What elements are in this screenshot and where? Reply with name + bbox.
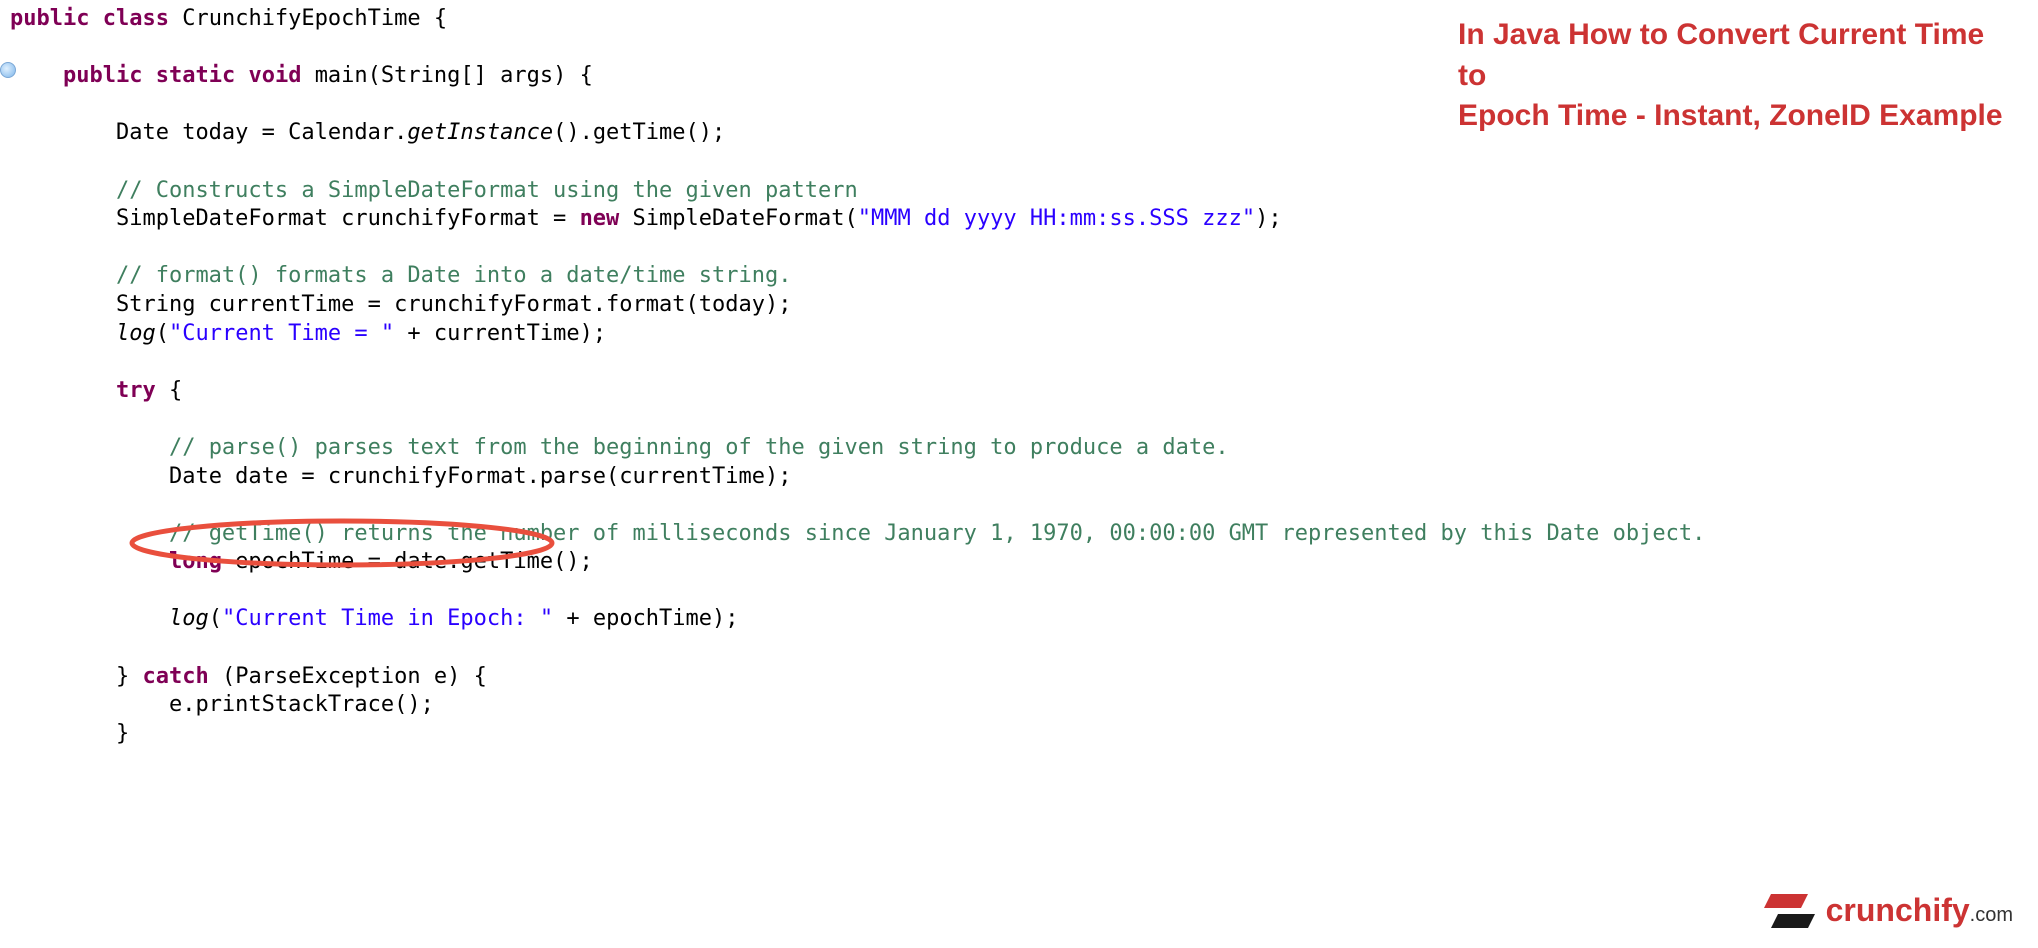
string-literal: "Current Time in Epoch: " xyxy=(222,606,553,631)
logo-name: crunchify xyxy=(1826,892,1970,928)
code-text: (ParseException e) { xyxy=(209,664,487,689)
keyword-void: void xyxy=(248,63,301,88)
code-text: ); xyxy=(1255,206,1282,231)
keyword-long: long xyxy=(169,549,222,574)
code-line: String currentTime = crunchifyFormat.for… xyxy=(116,292,792,317)
brace: { xyxy=(156,378,183,403)
comment: // Constructs a SimpleDateFormat using t… xyxy=(116,178,858,203)
comment: // getTime() returns the number of milli… xyxy=(169,521,1705,546)
string-literal: "Current Time = " xyxy=(169,321,394,346)
keyword-public: public xyxy=(63,63,142,88)
title-line-2: Epoch Time - Instant, ZoneID Example xyxy=(1458,96,2008,137)
string-literal: "MMM dd yyyy HH:mm:ss.SSS zzz" xyxy=(858,206,1255,231)
method-call: log xyxy=(116,321,156,346)
code-text: SimpleDateFormat( xyxy=(619,206,857,231)
logo-mark-icon xyxy=(1763,888,1818,933)
code-block: public class CrunchifyEpochTime { public… xyxy=(0,0,1705,748)
keyword-catch: catch xyxy=(142,664,208,689)
title-line-1: In Java How to Convert Current Time to xyxy=(1458,15,2008,96)
keyword-public: public xyxy=(10,6,89,31)
keyword-try: try xyxy=(116,378,156,403)
brace: } xyxy=(116,664,143,689)
article-title: In Java How to Convert Current Time to E… xyxy=(1458,15,2008,137)
code-line: Date date = crunchifyFormat.parse(curren… xyxy=(169,464,792,489)
class-name: CrunchifyEpochTime xyxy=(182,6,420,31)
comment: // parse() parses text from the beginnin… xyxy=(169,435,1229,460)
brace: } xyxy=(116,721,129,746)
logo-suffix: .com xyxy=(1970,904,2013,926)
code-text: ().getTime(); xyxy=(553,120,725,145)
comment: // format() formats a Date into a date/t… xyxy=(116,263,792,288)
brand-logo: crunchify.com xyxy=(1763,888,2013,933)
code-text: ( xyxy=(209,606,222,631)
method-call: log xyxy=(169,606,209,631)
method-call: getInstance xyxy=(407,120,553,145)
code-line: Date today = Calendar. xyxy=(116,120,407,145)
code-line-highlighted: epochTime = date.getTime(); xyxy=(222,549,593,574)
code-text: ( xyxy=(156,321,169,346)
code-text: + currentTime); xyxy=(394,321,606,346)
logo-text: crunchify.com xyxy=(1826,890,2013,932)
code-text: SimpleDateFormat crunchifyFormat = xyxy=(116,206,580,231)
keyword-new: new xyxy=(580,206,620,231)
method-signature: main(String[] args) { xyxy=(315,63,593,88)
code-text: + epochTime); xyxy=(553,606,738,631)
keyword-static: static xyxy=(156,63,235,88)
brace: { xyxy=(421,6,448,31)
code-line: e.printStackTrace(); xyxy=(169,692,434,717)
keyword-class: class xyxy=(103,6,169,31)
